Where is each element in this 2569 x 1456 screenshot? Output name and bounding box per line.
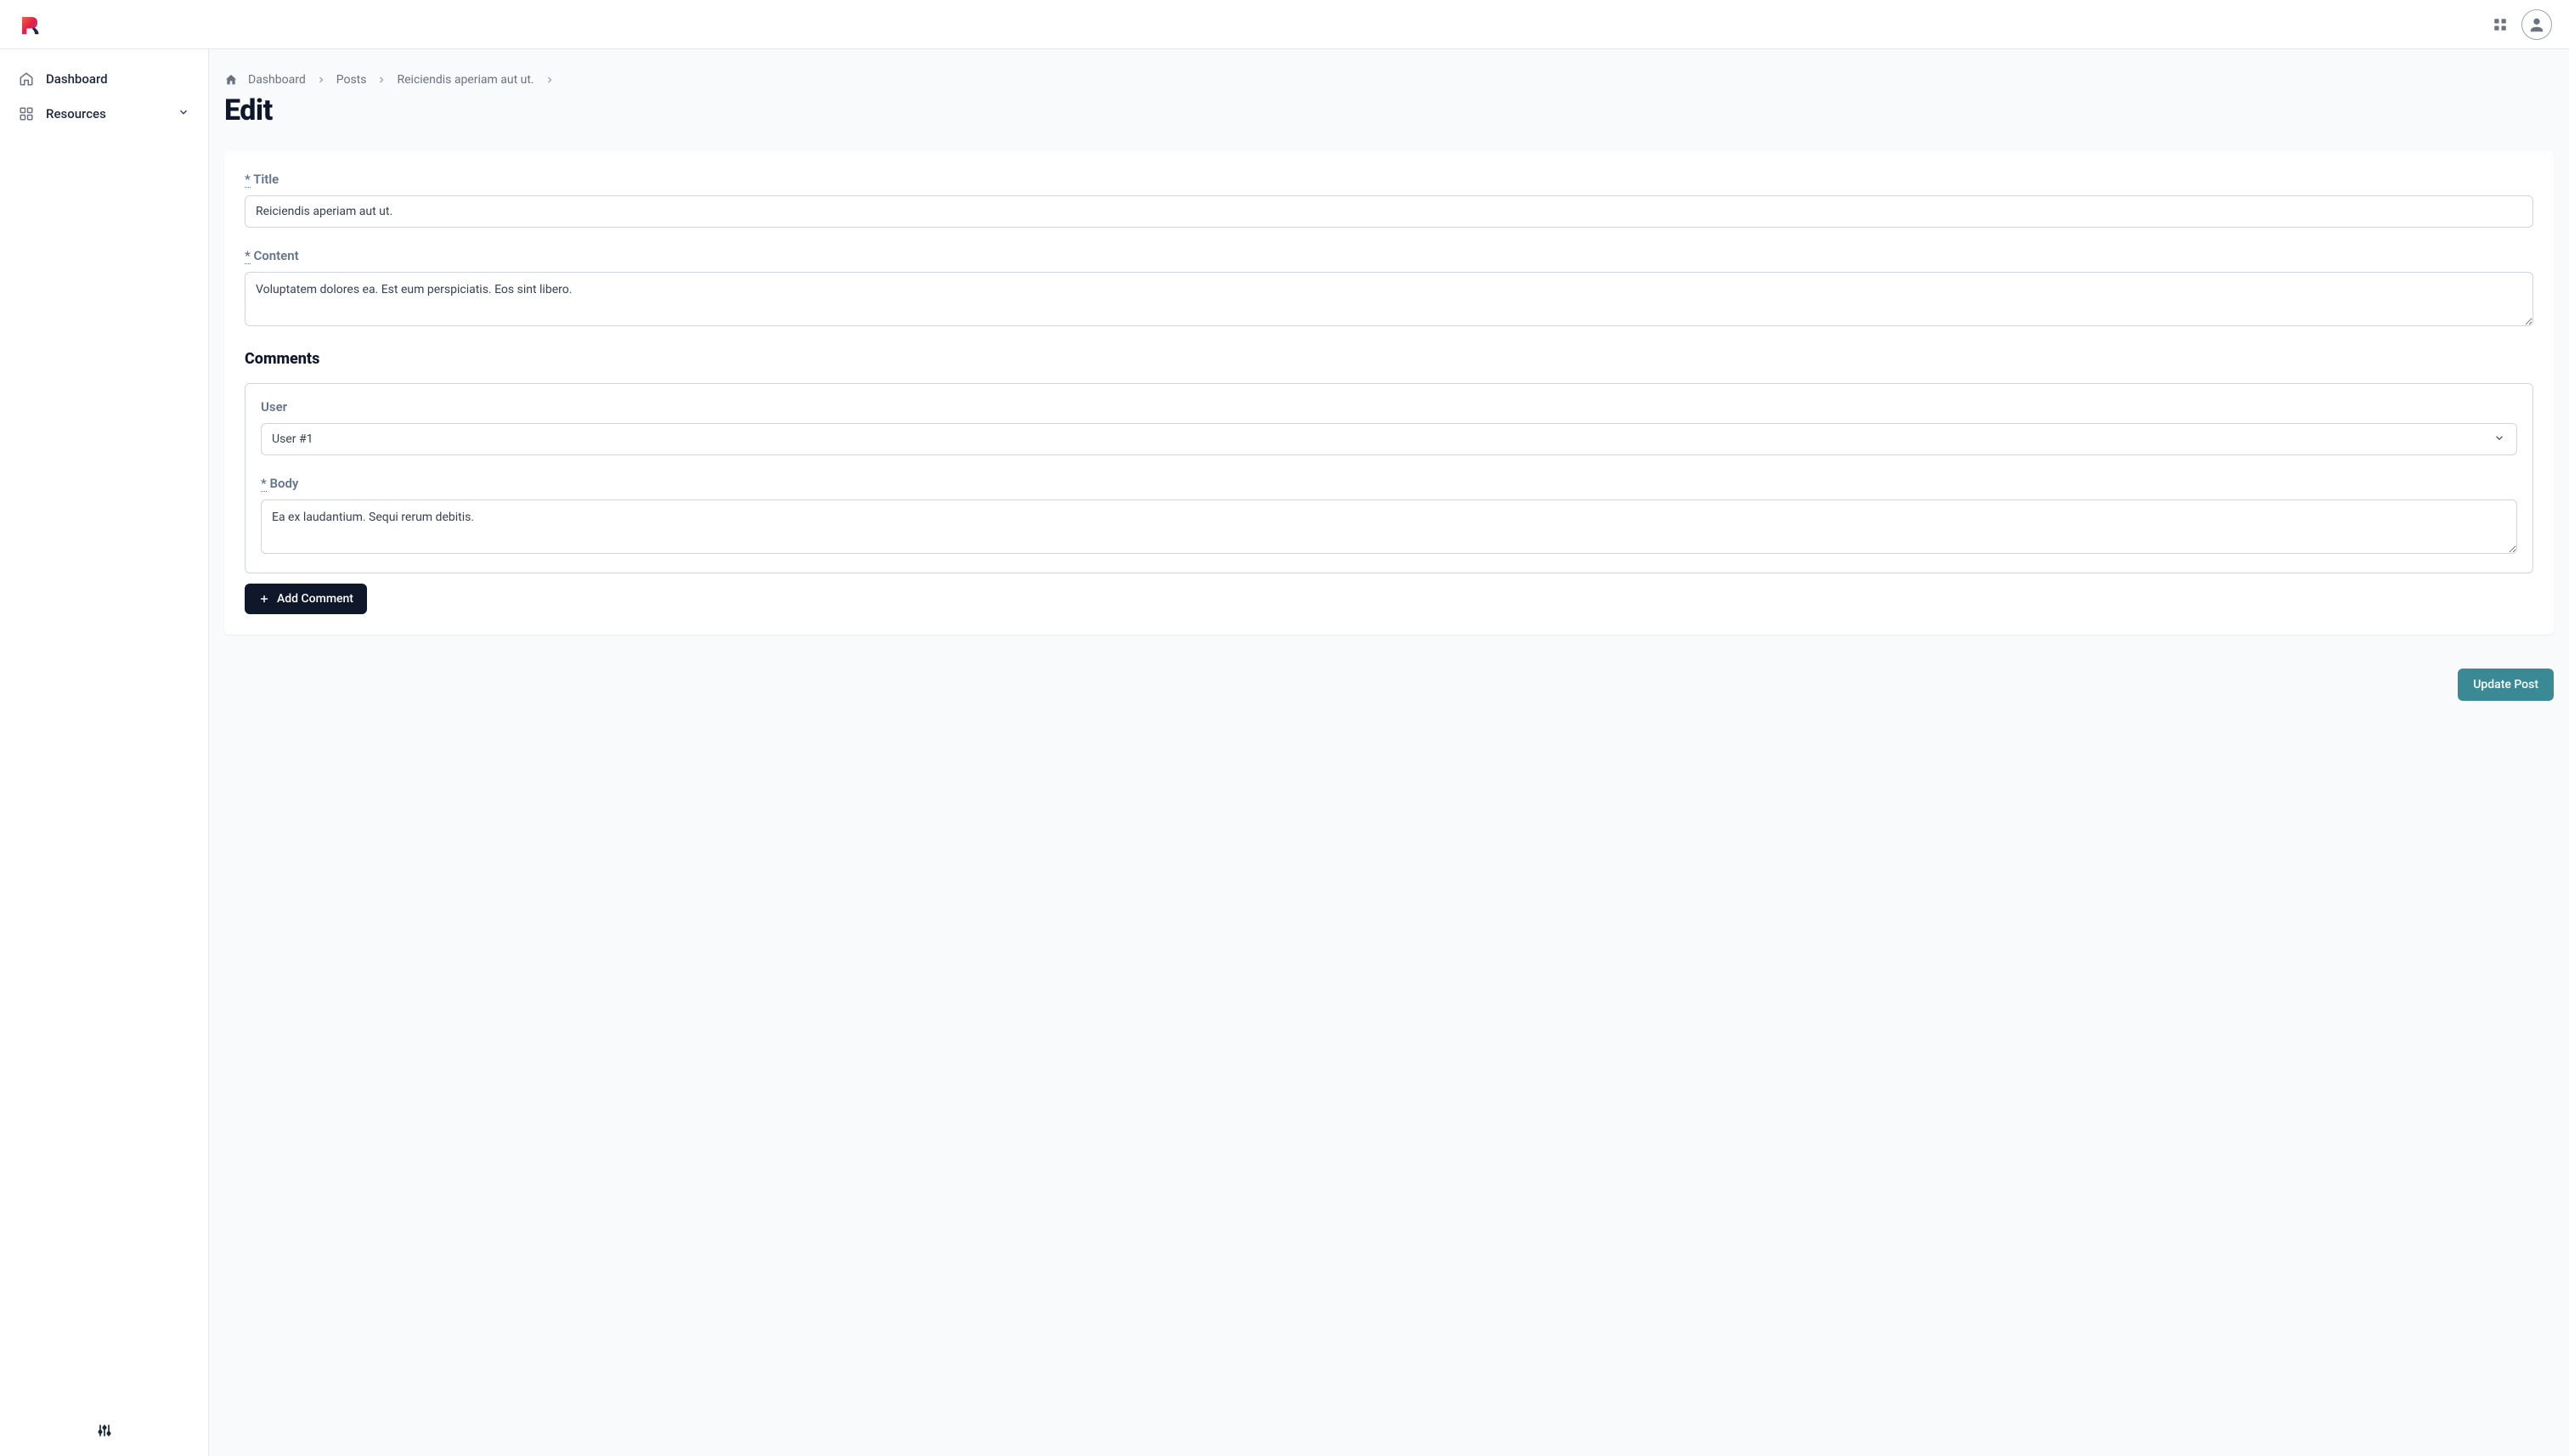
home-icon[interactable] <box>224 73 238 87</box>
sidebar-item-dashboard[interactable]: Dashboard <box>8 63 200 95</box>
user-label: User <box>261 399 2517 415</box>
sidebar-item-label: Dashboard <box>46 71 189 87</box>
content-label: * Content <box>245 248 2533 263</box>
sidebar: Dashboard Resources <box>0 49 209 1456</box>
breadcrumb: Dashboard Posts Reiciendis aperiam aut u… <box>224 73 2554 87</box>
comment-item: User User #1 * Bod <box>245 383 2533 573</box>
page-title: Edit <box>224 93 2554 127</box>
content-field[interactable]: Voluptatem dolores ea. Est eum perspicia… <box>245 272 2533 326</box>
title-field[interactable] <box>245 195 2533 228</box>
grid-icon <box>19 106 34 121</box>
body-label: * Body <box>261 476 2517 491</box>
comments-heading: Comments <box>245 350 2533 368</box>
sidebar-item-label: Resources <box>46 106 166 121</box>
chevron-down-icon <box>178 105 189 121</box>
breadcrumb-link-current[interactable]: Reiciendis aperiam aut ut. <box>397 73 534 87</box>
breadcrumb-link-dashboard[interactable]: Dashboard <box>248 73 306 87</box>
breadcrumb-link-posts[interactable]: Posts <box>336 73 367 87</box>
settings-sliders-icon[interactable] <box>96 1422 113 1439</box>
avatar[interactable] <box>2521 9 2552 40</box>
body-field[interactable]: Ea ex laudantium. Sequi rerum debitis. <box>261 499 2517 554</box>
plus-icon <box>258 593 270 605</box>
edit-form-card: * Title * Content Voluptatem dolores ea.… <box>224 151 2554 635</box>
topbar <box>0 0 2569 49</box>
user-select[interactable]: User #1 <box>261 423 2517 455</box>
home-icon <box>19 71 34 87</box>
logo[interactable] <box>17 12 42 37</box>
add-comment-button[interactable]: Add Comment <box>245 584 367 614</box>
main-content: Dashboard Posts Reiciendis aperiam aut u… <box>209 49 2569 1456</box>
update-post-button[interactable]: Update Post <box>2458 669 2554 701</box>
chevron-right-icon <box>316 75 326 85</box>
apps-icon[interactable] <box>2493 17 2508 32</box>
sidebar-item-resources[interactable]: Resources <box>8 97 200 130</box>
chevron-right-icon <box>545 75 555 85</box>
chevron-right-icon <box>376 75 387 85</box>
title-label: * Title <box>245 172 2533 187</box>
